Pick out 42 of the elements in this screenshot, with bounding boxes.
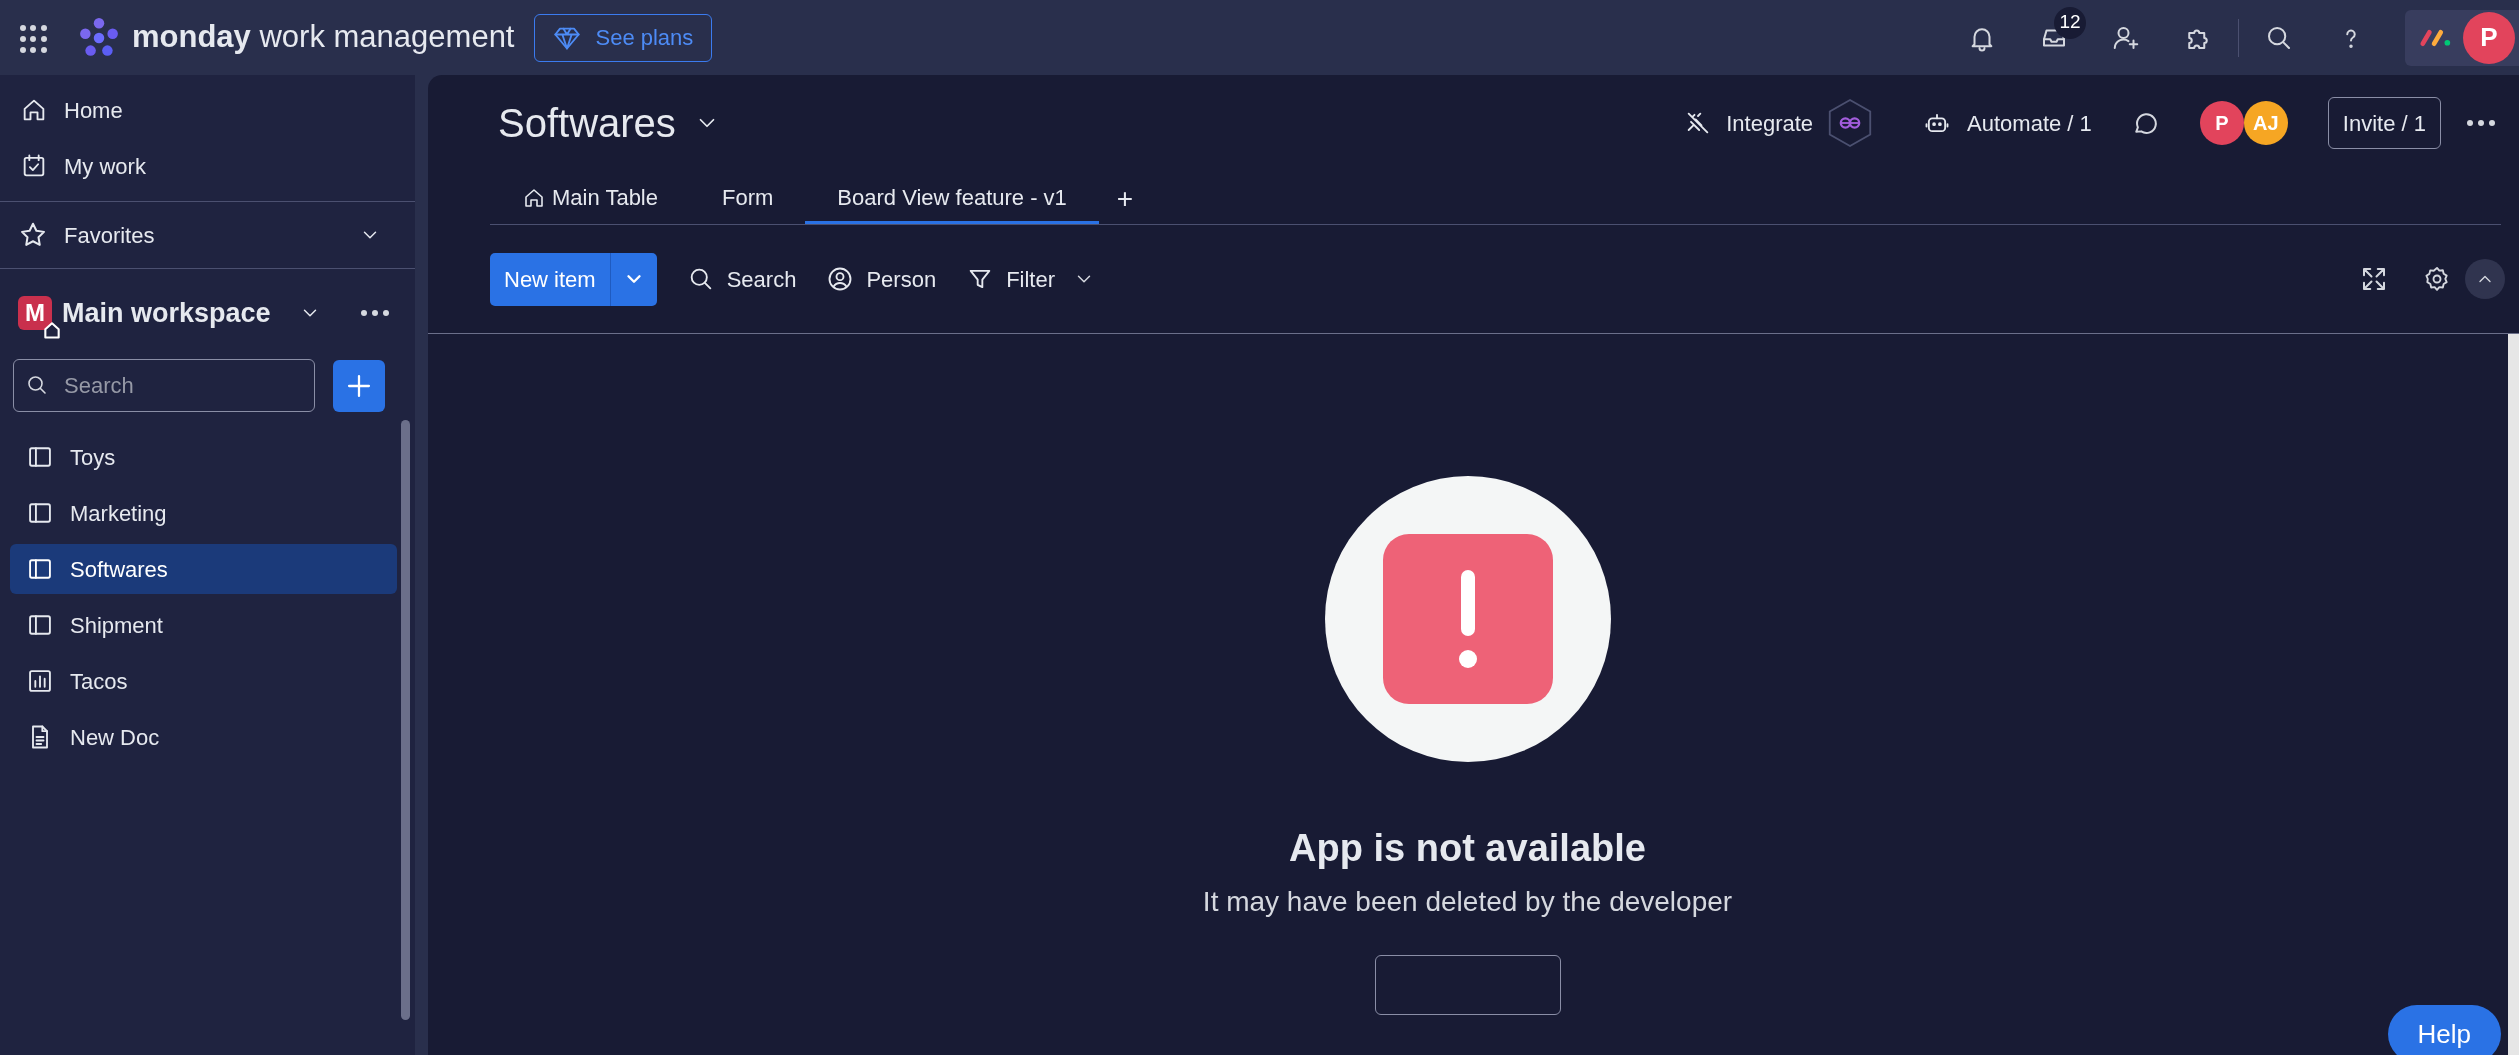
view-tab[interactable]: Form: [690, 174, 806, 224]
home-badge-icon: [42, 320, 62, 340]
integrate-button[interactable]: Integrate: [1684, 98, 1874, 148]
filter-button[interactable]: Filter: [966, 262, 1055, 296]
more-options-icon[interactable]: [2467, 120, 2495, 126]
outlined-button[interactable]: [1374, 955, 1561, 1015]
person-filter-button[interactable]: Person: [826, 262, 937, 296]
chart-icon: [26, 667, 54, 695]
add-view-button[interactable]: +: [1098, 174, 1152, 224]
member-avatar[interactable]: P: [2199, 101, 2244, 145]
invite-button[interactable]: Invite / 1: [2327, 97, 2441, 149]
search-button[interactable]: Search: [686, 262, 797, 296]
board-list-item[interactable]: New Doc: [10, 712, 397, 762]
favorites-toggle[interactable]: Favorites: [0, 202, 415, 268]
nav-link[interactable]: My work: [12, 141, 403, 191]
board-list-item[interactable]: Softwares: [10, 544, 397, 594]
more-options-icon[interactable]: [360, 310, 389, 316]
hexagon-link-icon: [1827, 98, 1874, 148]
product-name: monday work management: [132, 18, 515, 57]
error-message: It may have been deleted by the developer: [1202, 885, 1733, 919]
scrollbar[interactable]: [401, 420, 410, 1020]
colored-bars-logo-icon: [2419, 27, 2453, 48]
see-plans-button[interactable]: See plans: [534, 13, 713, 62]
board-title[interactable]: Softwares: [498, 93, 720, 153]
help-button[interactable]: Help: [2387, 1005, 2501, 1055]
board-list-item[interactable]: Shipment: [10, 600, 397, 650]
settings-icon[interactable]: [2423, 265, 2451, 293]
nav-link[interactable]: Home: [12, 85, 403, 135]
view-tab[interactable]: Main Table: [490, 174, 690, 224]
search-icon: [25, 373, 49, 397]
board-list-item[interactable]: Toys: [10, 432, 397, 482]
add-button[interactable]: [333, 359, 385, 412]
board-list-item[interactable]: Tacos: [10, 656, 397, 706]
flower-logo-icon: [78, 16, 120, 59]
view-tab[interactable]: Board View feature - v1: [805, 174, 1099, 224]
inbox-count-badge: 12: [2054, 6, 2086, 39]
search-field[interactable]: Search: [13, 359, 315, 412]
user-avatar[interactable]: P: [2463, 11, 2515, 64]
error-title: App is not available: [1289, 826, 1646, 871]
automate-button[interactable]: Automate / 1: [1923, 106, 2092, 140]
workspace-selector[interactable]: Main workspace: [62, 292, 321, 334]
board-list-item[interactable]: Marketing: [10, 488, 397, 538]
